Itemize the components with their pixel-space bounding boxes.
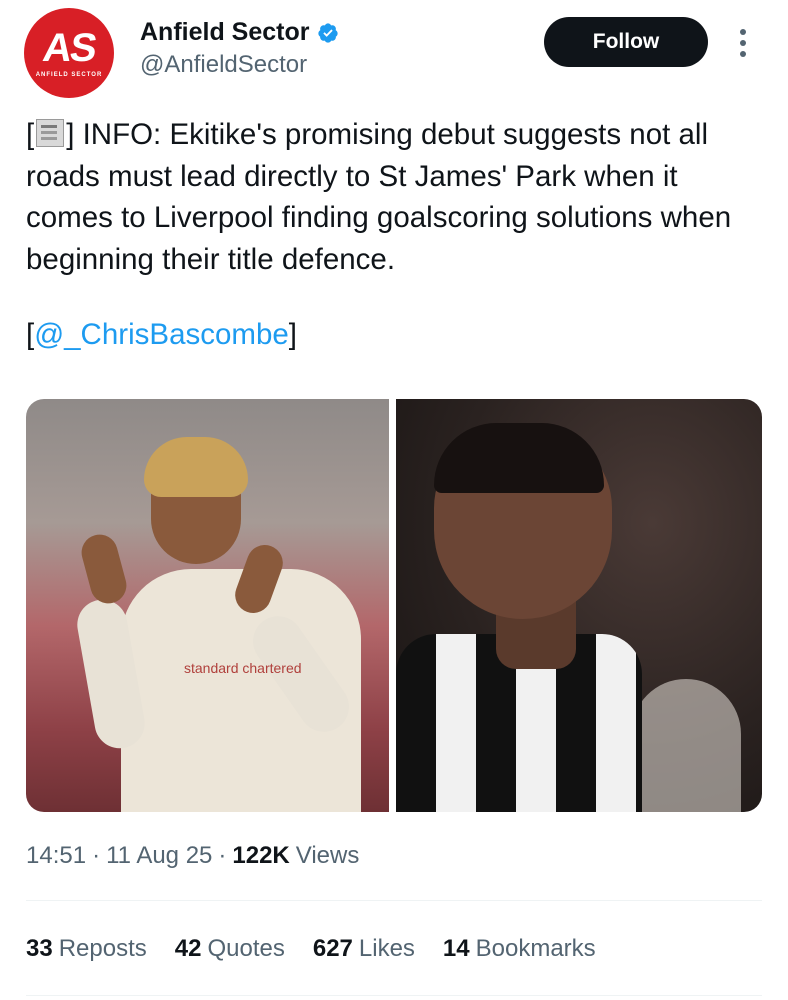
stat-count: 627: [312, 935, 353, 962]
tweet-body: ] INFO: Ekitike's promising debut sugges…: [26, 118, 732, 276]
stat-likes[interactable]: 627 Likes: [313, 935, 415, 963]
photo-isak[interactable]: [396, 399, 762, 812]
separator-dot: ·: [218, 842, 227, 869]
mention-open-bracket: [: [26, 318, 35, 351]
views-count: 122K: [232, 842, 290, 869]
shirt-sponsor-text: standard chartered: [184, 660, 302, 676]
avatar-logo-text: AS: [40, 26, 98, 70]
mention-close-bracket: ]: [288, 318, 297, 351]
stat-bookmarks[interactable]: 14 Bookmarks: [443, 935, 596, 963]
stat-label: Reposts: [58, 935, 147, 962]
avatar[interactable]: AS ANFIELD SECTOR: [24, 8, 114, 98]
stat-count: 42: [174, 935, 202, 962]
mention-link[interactable]: @_ChrisBascombe: [34, 318, 289, 351]
verified-badge-icon: [318, 22, 339, 43]
avatar-logo-subtext: ANFIELD SECTOR: [35, 72, 103, 78]
tweet-date[interactable]: 11 Aug 25: [106, 842, 212, 870]
separator-dot: ·: [92, 842, 101, 869]
photo-right-background-figure: [631, 679, 741, 812]
stat-label: Bookmarks: [475, 935, 596, 962]
stat-reposts[interactable]: 33 Reposts: [26, 935, 147, 963]
stat-count: 33: [26, 935, 53, 962]
author-handle[interactable]: @AnfieldSector: [140, 51, 307, 79]
tweet-open-bracket: [: [26, 118, 35, 151]
stat-count: 14: [442, 935, 470, 962]
mention-line: [@_ChrisBascombe]: [26, 318, 297, 352]
photo-left-hand: [77, 530, 131, 608]
author-name-row[interactable]: Anfield Sector: [140, 18, 339, 47]
more-options-icon[interactable]: [735, 26, 751, 60]
stat-quotes[interactable]: 42 Quotes: [175, 935, 285, 963]
photo-left-hair: [144, 437, 248, 497]
follow-button[interactable]: Follow: [544, 17, 708, 67]
media-grid: standard chartered: [26, 399, 762, 812]
tweet-text: [] INFO: Ekitike's promising debut sugge…: [26, 114, 766, 280]
newspaper-icon: [36, 119, 65, 147]
display-name[interactable]: Anfield Sector: [140, 18, 309, 47]
divider: [26, 900, 762, 901]
stat-label: Likes: [358, 935, 415, 962]
tweet-time[interactable]: 14:51: [26, 842, 86, 870]
engagement-stats: 33 Reposts 42 Quotes 627 Likes 14 Bookmarks: [26, 935, 624, 963]
photo-right-hair: [434, 423, 604, 493]
tweet-meta: 14:51 · 11 Aug 25 · 122K Views: [26, 842, 359, 870]
stat-label: Quotes: [207, 935, 285, 962]
photo-ekitike[interactable]: standard chartered: [26, 399, 389, 812]
views-label: Views: [295, 842, 360, 869]
divider: [26, 995, 762, 996]
